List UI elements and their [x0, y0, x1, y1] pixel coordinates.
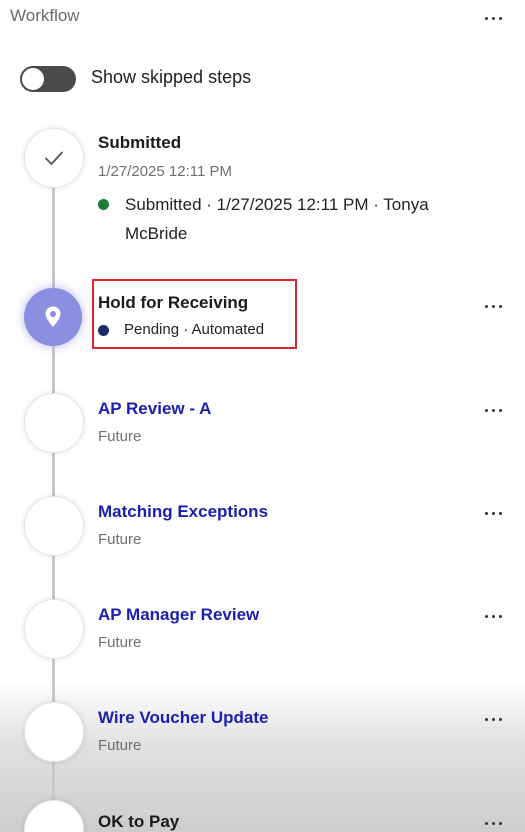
step-status-submitted: Submitted · 1/27/2025 12:11 PM · Tonya M…	[98, 190, 468, 248]
step-title-wire-voucher-update[interactable]: Wire Voucher Update	[98, 708, 269, 728]
step-title-hold-for-receiving: Hold for Receiving	[98, 293, 249, 312]
step-title-ap-review-a[interactable]: AP Review - A	[98, 399, 211, 419]
step-more-options-ok-to-pay[interactable]	[479, 813, 507, 832]
workflow-panel: Workflow Show skipped steps Submitted 1/…	[0, 0, 525, 832]
panel-title: Workflow	[10, 6, 80, 25]
step-title-submitted: Submitted	[98, 133, 182, 152]
step-more-options-ap-review-a[interactable]	[479, 400, 507, 420]
step-sub-matching-exceptions: Future	[98, 531, 142, 548]
step-node-hold-for-receiving	[24, 288, 82, 346]
show-skipped-steps-label: Show skipped steps	[91, 67, 252, 87]
step-title-ap-manager-review[interactable]: AP Manager Review	[98, 605, 259, 625]
step-status-text-submitted: Submitted · 1/27/2025 12:11 PM · Tonya M…	[125, 195, 429, 243]
step-status-hold-for-receiving: Pending · Automated	[98, 321, 264, 338]
step-sub-ap-review-a: Future	[98, 428, 142, 445]
step-more-options-ap-manager-review[interactable]	[479, 606, 507, 626]
highlight-box	[92, 279, 297, 349]
step-status-text-hold-for-receiving: Pending · Automated	[124, 321, 265, 338]
step-node-submitted	[24, 128, 84, 188]
bottom-shade	[0, 680, 525, 832]
step-title-matching-exceptions[interactable]: Matching Exceptions	[98, 502, 268, 522]
step-more-options-wire-voucher-update[interactable]	[479, 709, 507, 729]
step-node-wire-voucher-update	[24, 702, 84, 762]
step-node-ap-manager-review	[24, 599, 84, 659]
panel-more-options-button[interactable]	[479, 8, 507, 28]
step-more-options-hold-for-receiving[interactable]	[479, 296, 507, 316]
step-title-ok-to-pay: OK to Pay	[98, 812, 180, 831]
step-node-matching-exceptions	[24, 496, 84, 556]
step-date-submitted: 1/27/2025 12:11 PM	[98, 163, 232, 180]
step-node-ap-review-a	[24, 393, 84, 453]
show-skipped-steps-toggle[interactable]	[20, 66, 76, 92]
location-pin-icon	[45, 306, 61, 327]
step-sub-wire-voucher-update: Future	[98, 737, 142, 754]
step-node-ok-to-pay	[24, 800, 84, 832]
check-icon	[45, 151, 63, 165]
toggle-knob	[22, 68, 44, 90]
status-dot-green	[98, 199, 109, 210]
step-more-options-matching-exceptions[interactable]	[479, 503, 507, 523]
step-sub-ap-manager-review: Future	[98, 634, 142, 651]
status-dot-navy	[98, 325, 109, 336]
